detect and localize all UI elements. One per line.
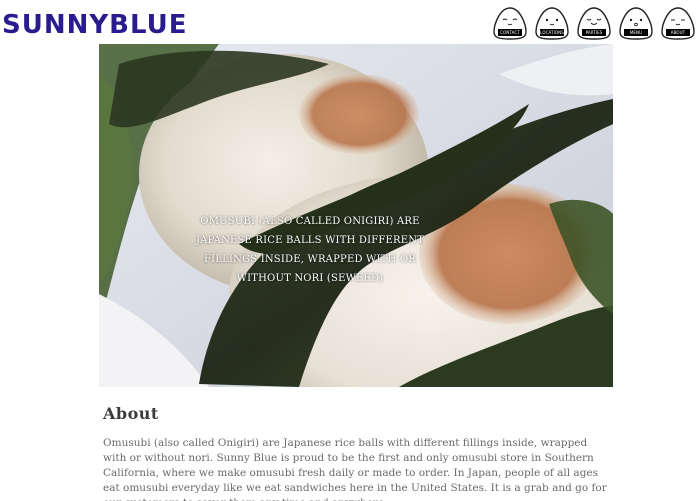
nav-contact-label: CONTACT: [498, 29, 522, 36]
nav-about[interactable]: ABOUT: [660, 6, 696, 40]
hero-image: Omusubi (also called Onigiri) are Japane…: [99, 44, 613, 387]
nav-locations[interactable]: LOCATIONS: [534, 6, 570, 40]
nav-menu[interactable]: MENU: [618, 6, 654, 40]
site-logo[interactable]: SUNNYBLUE: [2, 10, 188, 40]
nav-parties-label: PARTIES: [582, 29, 606, 36]
site-header: SUNNYBLUE CONTACT LOCATIONS PARTIES MENU…: [0, 0, 700, 44]
nav-contact[interactable]: CONTACT: [492, 6, 528, 40]
nav-parties[interactable]: PARTIES: [576, 6, 612, 40]
nav-menu-label: MENU: [624, 29, 648, 36]
about-heading: About: [103, 404, 159, 423]
main-nav: CONTACT LOCATIONS PARTIES MENU ABOUT: [492, 6, 696, 40]
about-paragraph: Omusubi (also called Onigiri) are Japane…: [103, 437, 607, 501]
nav-locations-label: LOCATIONS: [540, 29, 564, 36]
nav-about-label: ABOUT: [666, 29, 690, 36]
hero-caption: Omusubi (also called Onigiri) are Japane…: [195, 216, 425, 284]
